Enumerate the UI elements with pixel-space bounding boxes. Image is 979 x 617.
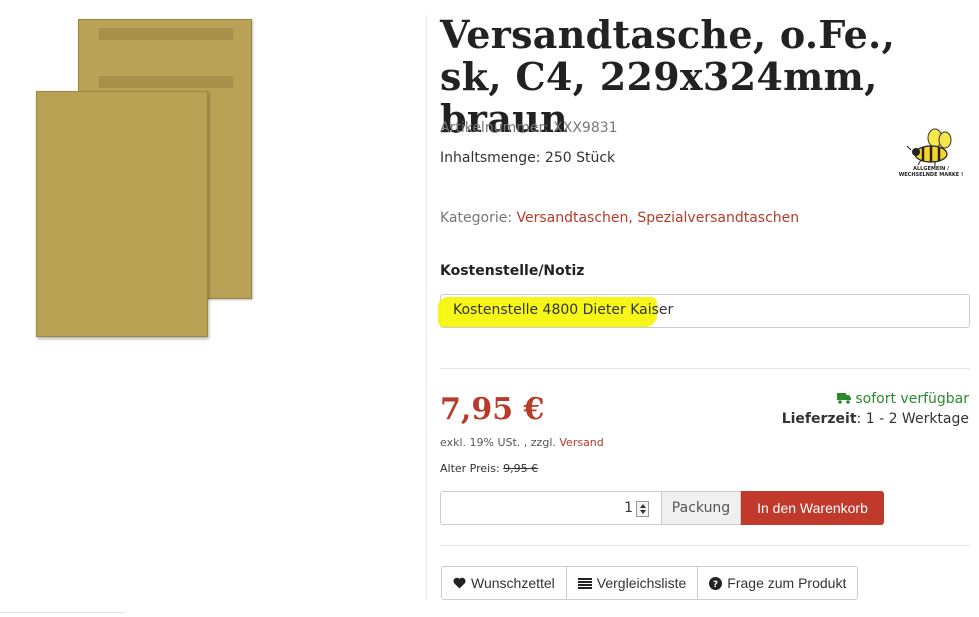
shipping-link[interactable]: Versand: [559, 436, 603, 449]
product-actions: Wunschzettel Vergleichsliste ? Frage zum…: [441, 566, 859, 600]
tax-text: exkl. 19% USt. , zzgl.: [440, 436, 556, 449]
envelope-adhesive-strip: [99, 76, 233, 88]
chevron-down-icon[interactable]: [640, 510, 646, 514]
wishlist-label: Wunschzettel: [471, 575, 555, 591]
category-link-spezialversandtaschen[interactable]: Spezialversandtaschen: [637, 210, 799, 226]
truck-icon: [836, 393, 851, 404]
list-icon: [577, 577, 592, 589]
sku-value: XXX9831: [553, 120, 618, 136]
old-price-row: Alter Preis: 9,95 €: [440, 462, 538, 475]
sku-label: Artikelnummer:: [440, 120, 549, 136]
availability-status: sofort verfügbar: [836, 391, 969, 407]
question-label: Frage zum Produkt: [727, 575, 847, 591]
old-price-label: Alter Preis:: [440, 462, 500, 475]
add-to-cart-button[interactable]: In den Warenkorb: [741, 491, 884, 525]
availability-text: sofort verfügbar: [855, 391, 969, 407]
sku-row: Artikelnummer: XXX9831: [440, 120, 618, 136]
quantity-value: 1: [624, 500, 633, 516]
column-divider: [426, 15, 427, 600]
compare-button[interactable]: Vergleichsliste: [565, 566, 699, 600]
delivery-time: Lieferzeit: 1 - 2 Werktage: [782, 411, 969, 427]
category-link-versandtaschen[interactable]: Versandtaschen: [517, 210, 629, 226]
quantity-spinner[interactable]: [636, 501, 649, 517]
question-icon: ?: [709, 576, 723, 590]
unit-label: Packung: [661, 491, 741, 525]
wishlist-button[interactable]: Wunschzettel: [441, 566, 567, 600]
note-input-value: Kostenstelle 4800 Dieter Kaiser: [453, 302, 674, 318]
delivery-label: Lieferzeit: [781, 411, 857, 427]
svg-text:?: ?: [713, 580, 718, 590]
category-separator: ,: [628, 210, 638, 226]
category-label: Kategorie:: [440, 210, 513, 226]
category-row: Kategorie: Versandtaschen, Spezialversan…: [440, 210, 799, 226]
note-label: Kostenstelle/Notiz: [440, 263, 585, 279]
price: 7,95 €: [440, 392, 545, 427]
compare-label: Vergleichsliste: [596, 575, 687, 591]
section-divider: [440, 368, 970, 369]
brand-logo-caption: ALLGEMEIN / WECHSELNDE MARKE !: [898, 166, 964, 178]
chevron-up-icon[interactable]: [640, 504, 646, 508]
question-button[interactable]: ? Frage zum Produkt: [697, 566, 859, 600]
section-divider-bottom: [440, 545, 970, 546]
thumbnail-divider: [0, 612, 125, 613]
tax-info: exkl. 19% USt. , zzgl. Versand: [440, 436, 604, 449]
heart-icon: [453, 577, 466, 589]
envelope-flap-strip: [99, 28, 233, 40]
envelope-front-image: [36, 91, 208, 337]
old-price-value: 9,95 €: [503, 462, 539, 475]
content-value: 250 Stück: [544, 150, 616, 166]
delivery-value: : 1 - 2 Werktage: [856, 411, 969, 427]
quantity-stepper[interactable]: 1: [440, 491, 661, 525]
content-row: Inhaltsmenge: 250 Stück: [440, 150, 615, 166]
content-label: Inhaltsmenge:: [440, 150, 541, 166]
product-image[interactable]: [30, 15, 260, 345]
